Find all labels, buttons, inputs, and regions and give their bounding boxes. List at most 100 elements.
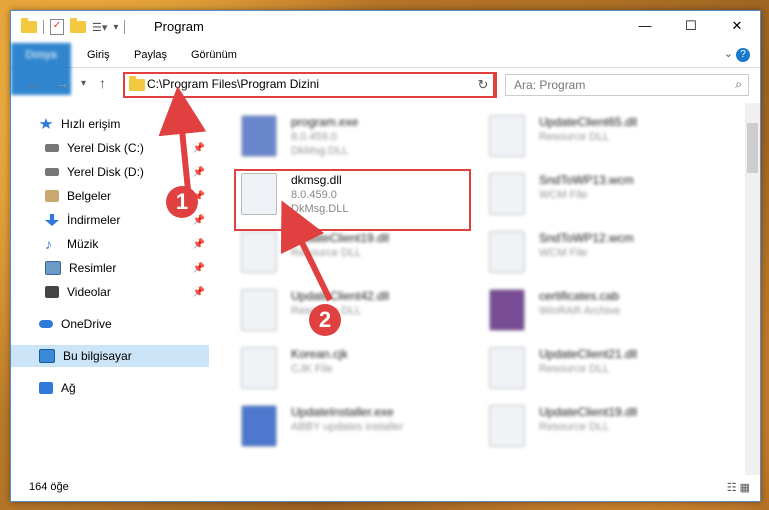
close-button[interactable]: ✕: [714, 11, 760, 41]
installer-file-icon: [241, 405, 277, 447]
wcm-file-icon: [489, 173, 525, 215]
file-item[interactable]: UpdateClient42.dll Resource DLL: [241, 285, 471, 337]
dll-file-icon: [241, 231, 277, 273]
vertical-scrollbar[interactable]: [745, 103, 760, 475]
file-type: Resource DLL: [539, 131, 610, 143]
file-name: UpdateClient21.dll: [539, 347, 638, 361]
tab-view[interactable]: Görünüm: [191, 43, 237, 67]
maximize-button[interactable]: ☐: [668, 11, 714, 41]
file-item[interactable]: SndToWP13.wcm WCM File: [489, 169, 719, 221]
new-folder-icon[interactable]: [70, 18, 86, 33]
back-arrow-icon[interactable]: ←: [27, 75, 41, 91]
sidebar-item-label: Yerel Disk (C:): [67, 141, 144, 155]
download-icon: [45, 214, 59, 226]
file-list: program.exe 8.0.459.0 DkMsg.DLL UpdateCl…: [221, 103, 741, 473]
file-name: Korean.cjk: [291, 347, 348, 361]
recent-locations-icon[interactable]: ▾: [81, 78, 86, 89]
generic-file-icon: [241, 347, 277, 389]
file-type: WinRAR Archive: [539, 305, 621, 317]
tab-share[interactable]: Paylaş: [134, 43, 167, 67]
file-item[interactable]: UpdateClient65.dll Resource DLL: [489, 111, 719, 163]
documents-icon: [45, 190, 59, 202]
expand-ribbon-icon[interactable]: ⌄: [724, 48, 733, 60]
file-name: certificates.cab: [539, 289, 620, 303]
sidebar-item-disk-c[interactable]: Yerel Disk (C:) 📌: [11, 137, 209, 159]
properties-icon[interactable]: ✓: [50, 19, 64, 35]
window-controls: — ☐ ✕: [622, 11, 760, 41]
dll-file-icon: [489, 115, 525, 157]
file-name: SndToWP13.wcm: [539, 173, 634, 187]
sidebar-item-pictures[interactable]: Resimler 📌: [11, 257, 209, 279]
navigation-bar: ← → ▾ ↑ C:\Program Files\Program Dizini …: [11, 69, 760, 99]
folder-icon: [21, 18, 37, 33]
pin-icon[interactable]: 📌: [193, 239, 205, 250]
file-item[interactable]: program.exe 8.0.459.0 DkMsg.DLL: [241, 111, 471, 163]
archive-file-icon: [489, 289, 525, 331]
customize-icon[interactable]: ☰▾: [92, 21, 107, 34]
dll-file-icon: [241, 289, 277, 331]
pictures-icon: [45, 261, 61, 275]
pin-icon[interactable]: 📌: [193, 167, 205, 178]
search-input[interactable]: Ara: Program ⌕: [505, 74, 749, 96]
folder-icon: [129, 76, 145, 91]
file-name: UpdateClient19.dll: [539, 405, 638, 419]
sidebar-item-this-pc[interactable]: Bu bilgisayar: [11, 345, 209, 367]
sidebar-item-disk-d[interactable]: Yerel Disk (D:) 📌: [11, 161, 209, 183]
file-description: DkMsg.DLL: [291, 145, 349, 157]
sidebar-item-videos[interactable]: Videolar 📌: [11, 281, 209, 303]
sidebar-item-label: Yerel Disk (D:): [67, 165, 144, 179]
file-item[interactable]: UpdateInstaller.exe ABBY updates install…: [241, 401, 471, 453]
view-toggle-icons[interactable]: ☷ ▦: [727, 481, 750, 494]
pin-icon[interactable]: 📌: [193, 287, 205, 298]
file-type: CJK File: [291, 363, 333, 375]
file-name: UpdateClient65.dll: [539, 115, 638, 129]
file-item[interactable]: SndToWP12.wcm WCM File: [489, 227, 719, 279]
sidebar-item-quick-access[interactable]: Hızlı erişim: [11, 113, 209, 135]
file-item[interactable]: UpdateClient19.dll Resource DLL: [489, 401, 719, 453]
file-item[interactable]: certificates.cab WinRAR Archive: [489, 285, 719, 337]
sidebar-item-label: İndirmeler: [67, 213, 121, 227]
file-type: Resource DLL: [539, 421, 610, 433]
qat-dropdown-icon[interactable]: ▾: [113, 22, 118, 33]
up-arrow-icon[interactable]: ↑: [99, 75, 106, 91]
file-name: program.exe: [291, 115, 359, 129]
address-bar[interactable]: C:\Program Files\Program Dizini ⌄: [123, 72, 497, 98]
window-title: Program: [154, 19, 204, 34]
wcm-file-icon: [489, 231, 525, 273]
status-bar: 164 öğe ☷ ▦: [11, 477, 760, 501]
minimize-button[interactable]: —: [622, 11, 668, 41]
file-item[interactable]: Korean.cjk CJK File: [241, 343, 471, 395]
file-name: UpdateInstaller.exe: [291, 405, 394, 419]
file-type: Resource DLL: [539, 363, 610, 375]
separator: [124, 20, 126, 34]
scrollbar-thumb[interactable]: [747, 123, 758, 173]
pin-icon[interactable]: 📌: [193, 215, 205, 226]
search-icon: ⌕: [735, 77, 742, 91]
sidebar-item-network[interactable]: Ağ: [11, 377, 209, 399]
quick-access-toolbar: ✓ ☰▾ ▾: [21, 18, 126, 35]
drive-icon: [45, 144, 59, 152]
separator: [43, 20, 44, 34]
pin-icon[interactable]: 📌: [193, 143, 205, 154]
forward-arrow-icon[interactable]: →: [55, 75, 69, 91]
sidebar-item-music[interactable]: ♪ Müzik 📌: [11, 233, 209, 255]
file-type: Resource DLL: [291, 247, 362, 259]
tab-home[interactable]: Giriş: [87, 43, 110, 67]
step-badge-2: 2: [309, 304, 341, 336]
file-item[interactable]: UpdateClient19.dll Resource DLL: [241, 227, 471, 279]
sidebar-item-label: Belgeler: [67, 189, 112, 203]
sidebar-item-label: Bu bilgisayar: [63, 349, 132, 363]
explorer-window: ✓ ☰▾ ▾ Program — ☐ ✕ Dosya Giriş Paylaş …: [10, 10, 761, 502]
item-count: 164 öğe: [29, 481, 69, 493]
title-bar: ✓ ☰▾ ▾ Program — ☐ ✕: [11, 11, 760, 43]
pin-icon[interactable]: 📌: [193, 263, 205, 274]
sidebar-item-onedrive[interactable]: OneDrive: [11, 313, 209, 335]
refresh-button[interactable]: ↻: [473, 72, 495, 98]
drive-icon: [45, 168, 59, 176]
file-item[interactable]: UpdateClient21.dll Resource DLL: [489, 343, 719, 395]
cloud-icon: [39, 320, 53, 328]
file-version: 8.0.459.0: [291, 131, 337, 143]
ribbon-controls: ⌄ ?: [724, 47, 750, 62]
help-icon[interactable]: ?: [736, 48, 750, 62]
sidebar-item-label: Ağ: [61, 381, 76, 395]
